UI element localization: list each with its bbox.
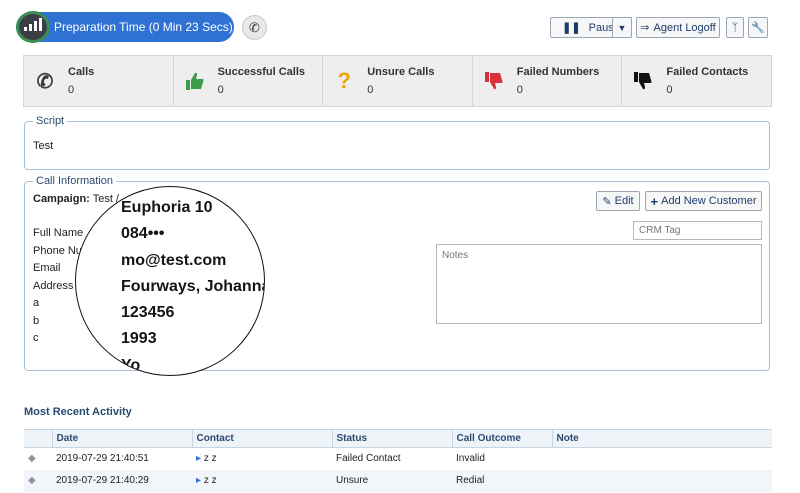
field-label: c	[33, 332, 39, 344]
wrench-icon: 🔧	[751, 22, 765, 34]
phone-icon: ✆	[249, 19, 260, 35]
magnified-customer-details: Euphoria 10 084••• mo@test.com Fourways,…	[121, 199, 265, 375]
tag-icon: ◆	[24, 469, 52, 492]
phone-icon: ✆	[36, 70, 54, 93]
edit-icon: ✎	[602, 195, 612, 208]
stat-successful-calls: Successful Calls 0	[174, 56, 324, 106]
magnified-line: 1993	[121, 330, 157, 348]
row-date: 2019-07-29 21:40:51	[56, 453, 149, 465]
megaphone-icon: ▸	[196, 453, 202, 465]
dial-phone-button[interactable]: ✆	[242, 15, 267, 40]
thumbs-down-icon	[483, 70, 505, 92]
stat-value: 0	[516, 84, 523, 96]
code-fork-icon: ᛉ	[731, 21, 739, 34]
column-header-date[interactable]: Date	[51, 429, 192, 448]
stat-failed-numbers: Failed Numbers 0	[473, 56, 623, 106]
stat-value: 0	[666, 84, 673, 96]
field-label: b	[33, 314, 40, 327]
agent-logoff-label: Agent Logoff	[653, 21, 716, 34]
agent-logoff-button[interactable]: ⇒ Agent Logoff	[636, 17, 720, 38]
script-text: Test	[33, 140, 54, 152]
stat-title: Failed Contacts	[666, 66, 749, 78]
stat-unsure-calls: ? Unsure Calls 0	[323, 56, 473, 106]
script-legend: Script	[33, 115, 68, 127]
row-status: Failed Contact	[336, 453, 401, 465]
caret-down-icon: ▼	[617, 22, 627, 33]
stat-value: 0	[367, 84, 374, 96]
table-header-row: Date Contact Status Call Outcome Note	[24, 429, 772, 448]
stat-title: Calls	[68, 66, 95, 78]
pause-icon: ❚❚	[562, 22, 581, 34]
row-contact[interactable]: ▸ z z	[192, 448, 332, 470]
notes-textarea[interactable]	[436, 244, 762, 324]
pause-dropdown-toggle[interactable]: ▼	[612, 17, 632, 38]
call-information-legend: Call Information	[33, 175, 117, 187]
contact-name: z z	[203, 475, 217, 486]
row-note	[552, 469, 772, 492]
magnified-line: Yo	[121, 356, 141, 374]
column-header-status[interactable]: Status	[331, 429, 452, 448]
preparation-timer: Preparation Time (0 Min 23 Secs)	[16, 11, 234, 43]
code-fork-button[interactable]: ᛉ	[726, 17, 744, 38]
column-header-note[interactable]: Note	[551, 429, 772, 448]
magnified-line: 084•••	[121, 225, 165, 243]
magnified-line: Euphoria 10	[121, 199, 213, 216]
top-bar: Preparation Time (0 Min 23 Secs) ✆ ❚❚ Pa…	[16, 11, 774, 43]
column-header-contact[interactable]: Contact	[191, 429, 332, 448]
question-icon: ?	[337, 68, 351, 93]
add-new-customer-button[interactable]: + Add New Customer	[645, 191, 762, 211]
contact-name: z z	[203, 453, 217, 465]
stat-value: 0	[217, 84, 224, 96]
row-outcome: Redial	[452, 469, 552, 492]
campaign-label: Campaign:	[33, 193, 90, 205]
field-label: Full Name	[33, 227, 84, 239]
magnified-line: 123456	[121, 304, 175, 322]
campaign-line: Campaign: Test /	[33, 193, 119, 205]
add-new-customer-label: Add New Customer	[661, 195, 757, 207]
row-date: 2019-07-29 21:40:29	[52, 469, 192, 492]
thumbs-up-icon	[184, 70, 206, 92]
stat-value: 0	[68, 84, 75, 96]
preparation-time-label: Preparation Time (0 Min 23 Secs)	[54, 20, 233, 34]
most-recent-activity-title: Most Recent Activity	[24, 406, 132, 418]
tag-icon: ◆	[28, 453, 36, 465]
stat-title: Failed Numbers	[516, 66, 600, 78]
megaphone-icon: ▸	[196, 475, 202, 486]
signal-bars-icon	[16, 11, 50, 43]
column-header-icon	[24, 429, 52, 448]
script-panel: Script Test	[24, 115, 770, 170]
activity-table: Date Contact Status Call Outcome Note ◆ …	[24, 429, 772, 492]
edit-button[interactable]: ✎ Edit	[596, 191, 640, 211]
column-header-call-outcome[interactable]: Call Outcome	[451, 429, 552, 448]
row-contact[interactable]: ▸ z z	[192, 469, 332, 492]
field-label: a	[33, 297, 40, 309]
row-note	[552, 448, 772, 470]
row-outcome: Invalid	[456, 453, 485, 465]
magnifier-overlay: Euphoria 10 084••• mo@test.com Fourways,…	[75, 186, 265, 376]
table-row[interactable]: ◆ 2019-07-29 21:40:29 ▸ z z Unsure Redia…	[24, 469, 772, 492]
stat-title: Unsure Calls	[367, 66, 435, 78]
crm-tag-input[interactable]	[633, 221, 762, 240]
sign-out-icon: ⇒	[640, 22, 650, 34]
stats-bar: ✆ Calls 0 Successful Calls 0 ? Unsure Ca…	[23, 55, 772, 107]
field-label: Phone Nu	[33, 244, 82, 257]
plus-icon: +	[650, 193, 659, 209]
row-status: Unsure	[332, 469, 452, 492]
thumbs-down-icon	[632, 70, 654, 92]
magnified-line: mo@test.com	[121, 251, 227, 269]
stat-calls: ✆ Calls 0	[24, 56, 174, 106]
stat-failed-contacts: Failed Contacts 0	[622, 56, 771, 106]
table-row[interactable]: ◆ 2019-07-29 21:40:51 ▸ z z Failed Conta…	[24, 448, 772, 470]
stat-title: Successful Calls	[217, 66, 306, 78]
settings-button[interactable]: 🔧	[748, 17, 768, 38]
edit-label: Edit	[614, 195, 634, 207]
magnified-line: Fourways, Johanna	[121, 277, 265, 295]
